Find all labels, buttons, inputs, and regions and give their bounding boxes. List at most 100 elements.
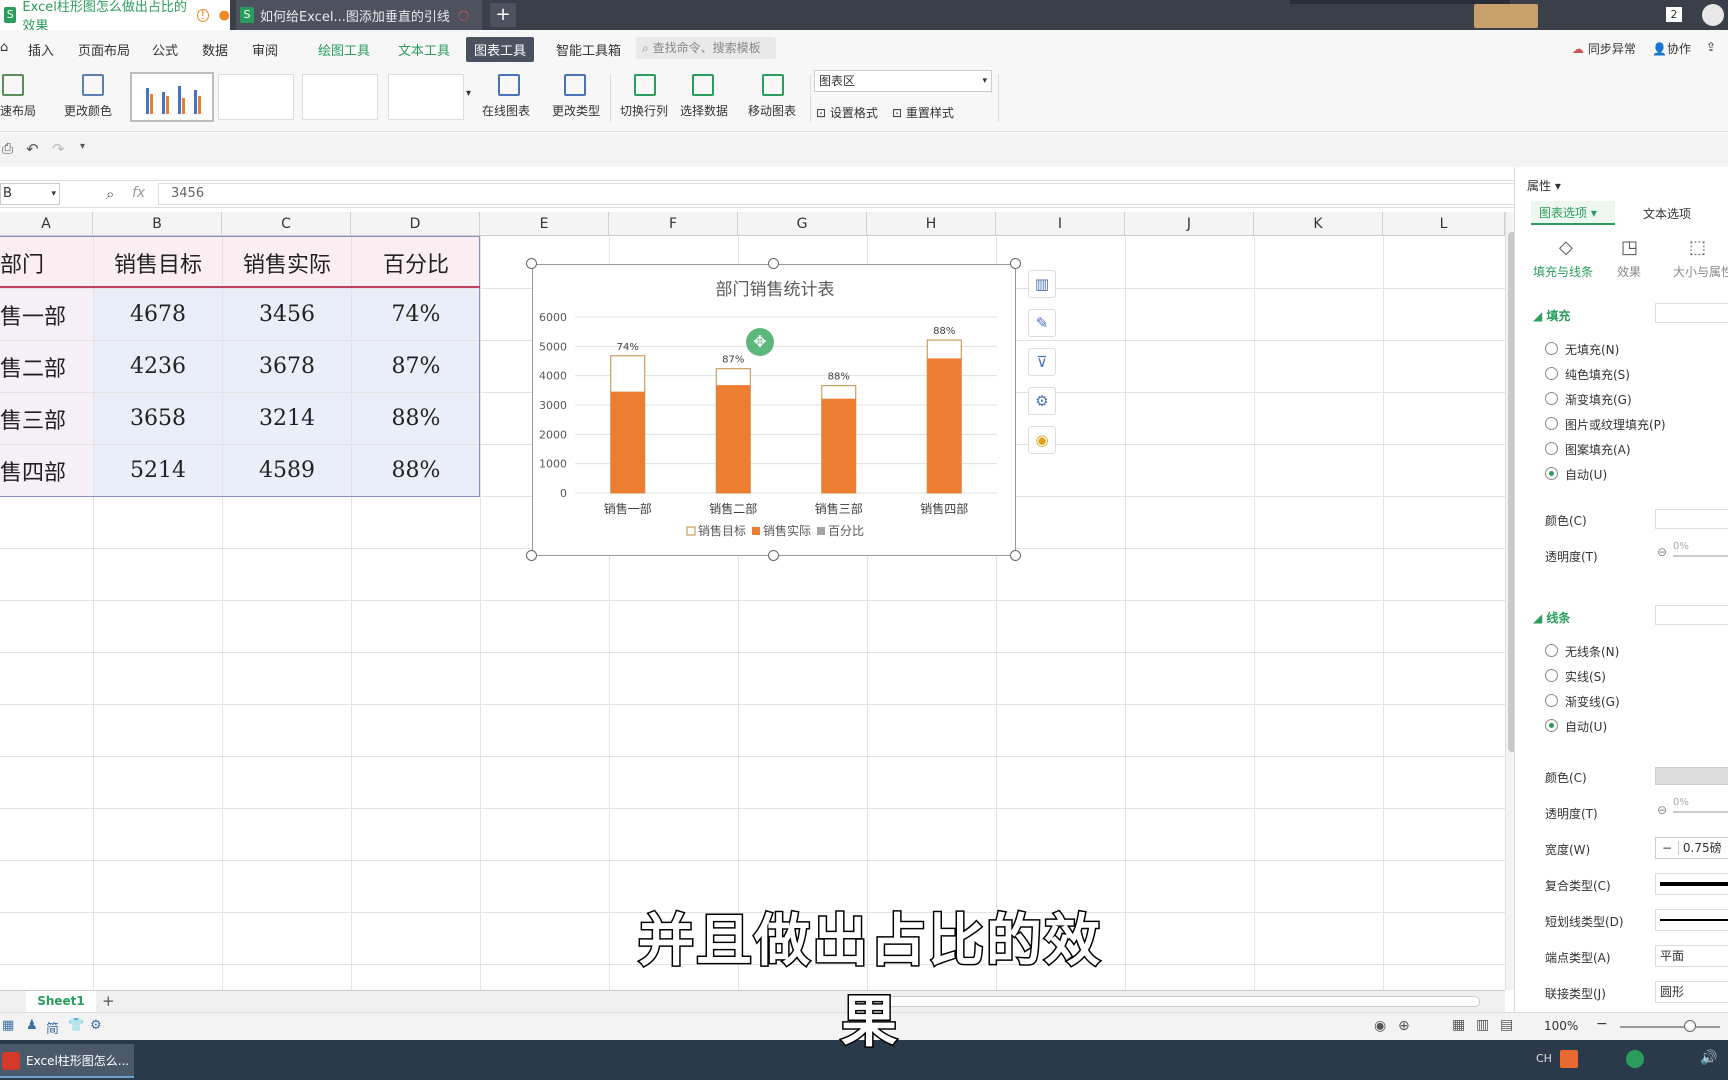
chart-style-2[interactable] [218,74,294,120]
chart-filter-icon[interactable]: ⊽ [1028,348,1056,376]
fill-color-picker[interactable] [1655,509,1728,529]
tray-app-icon[interactable] [1560,1050,1578,1068]
table-header-cell[interactable]: 部门 [0,237,93,288]
gallery-more-icon[interactable]: ▾ [466,88,471,99]
menu-text-tools[interactable]: 文本工具 [398,40,450,59]
table-header-cell[interactable]: 销售实际 [223,237,351,288]
resize-handle[interactable] [768,550,779,561]
tray-app-icon[interactable] [1626,1050,1644,1068]
sync-status[interactable]: ☁ 同步异常 [1572,40,1636,57]
search-input[interactable]: 查找命令、搜索模板 [653,41,761,55]
width-stepper[interactable]: − 0.75磅 [1655,837,1728,859]
col-header[interactable]: B [93,212,222,236]
chart-style-1[interactable] [130,72,214,122]
zoom-thumb[interactable] [1684,1020,1696,1032]
table-cell[interactable]: 5214 [94,445,222,496]
radio-pattern-fill[interactable] [1545,442,1558,455]
menu-drawing-tools[interactable]: 绘图工具 [318,40,370,59]
bulb-icon[interactable]: ◉ [1028,426,1056,454]
table-cell[interactable]: 87% [352,341,480,392]
zoom-slider[interactable] [1620,1026,1720,1028]
line-color-picker[interactable] [1655,767,1728,785]
eye-icon[interactable]: ◉ [1374,1018,1386,1034]
col-header[interactable]: J [1125,212,1254,236]
table-header-cell[interactable]: 销售目标 [94,237,222,288]
subtab-fill-line[interactable]: 填充与线条 [1533,263,1593,280]
radio-auto-fill[interactable] [1545,467,1558,480]
menu-start-icon[interactable]: ⌂ [0,40,8,55]
zoom-icon[interactable]: ⌕ [106,185,114,203]
tab-chart-options[interactable]: 图表选项 ▾ [1531,201,1615,225]
radio-picture-fill[interactable] [1545,417,1558,430]
table-cell[interactable]: 88% [352,393,480,444]
page-layout-icon[interactable]: ▥ [1476,1017,1489,1033]
transparency-slider[interactable] [1673,555,1728,557]
customize-icon[interactable]: ▾ [80,141,85,152]
radio-auto-line[interactable] [1545,719,1558,732]
formula-input[interactable]: 3456 [158,183,1518,205]
share-icon[interactable]: ⇪ [1706,40,1716,54]
subtab-effects[interactable]: 效果 [1617,263,1641,280]
change-color-button[interactable]: 更改颜色 [64,102,112,119]
cap-select[interactable]: 平面 [1655,945,1728,967]
keyboard-icon[interactable]: ▦ [2,1018,14,1033]
ime-indicator[interactable]: CH [1536,1052,1552,1065]
col-header[interactable]: L [1383,212,1505,236]
radio-solid-fill[interactable] [1545,367,1558,380]
resize-handle[interactable] [526,550,537,561]
radio-gradient-fill[interactable] [1545,392,1558,405]
minus-icon[interactable]: ⊖ [1657,545,1667,559]
chart-style-brush-icon[interactable]: ✎ [1028,309,1056,337]
menu-chart-tools[interactable]: 图表工具 [466,37,535,62]
table-cell[interactable]: 74% [352,289,480,340]
tab-inactive[interactable]: S 如何给Excel...图添加垂直的引线 ○ [236,0,482,30]
page-break-icon[interactable]: ▤ [1500,1017,1513,1033]
redo-icon[interactable]: ↷ [52,140,65,158]
new-tab-button[interactable]: + [490,3,516,27]
dash-select[interactable] [1655,909,1728,931]
collab-button[interactable]: 👤协作 [1652,40,1691,57]
fill-select[interactable] [1655,303,1728,323]
radio-no-fill[interactable] [1545,342,1558,355]
switch-rowcol-button[interactable]: 切换行列 [620,102,668,119]
search-box[interactable]: ⌕ 查找命令、搜索模板 [636,37,776,59]
add-sheet-button[interactable]: + [102,992,115,1010]
table-cell[interactable]: 售一部 [0,289,93,340]
zoom-level[interactable]: 100% [1544,1019,1578,1033]
center-icon[interactable]: ⊕ [1398,1018,1410,1034]
menu-data[interactable]: 数据 [202,40,228,59]
change-type-button[interactable]: 更改类型 [552,102,600,119]
menu-review[interactable]: 审阅 [252,40,278,59]
table-cell[interactable]: 售三部 [0,393,93,444]
radio-gradient-line[interactable] [1545,694,1558,707]
chart-element-select[interactable]: 图表区 ▾ [814,70,992,92]
print-icon[interactable]: ⎙ [2,141,13,157]
resize-handle[interactable] [768,258,779,269]
radio-no-line[interactable] [1545,644,1558,657]
table-cell[interactable]: 4236 [94,341,222,392]
col-header[interactable]: I [996,212,1125,236]
move-chart-button[interactable]: 移动图表 [748,102,796,119]
table-cell[interactable]: 售二部 [0,341,93,392]
table-cell[interactable]: 售四部 [0,445,93,496]
col-header[interactable]: E [480,212,609,236]
horizontal-scrollbar[interactable] [880,996,1480,1007]
table-cell[interactable]: 88% [352,445,480,496]
panel-title[interactable]: 属性 ▾ [1527,177,1561,194]
col-header[interactable]: D [351,212,480,236]
fill-section-header[interactable]: ◢ 填充 [1533,307,1570,324]
zoom-out-button[interactable]: − [1596,1016,1608,1032]
line-select[interactable] [1655,605,1728,625]
menu-page-layout[interactable]: 页面布局 [78,40,130,59]
resize-handle[interactable] [1010,258,1021,269]
table-cell[interactable]: 3214 [223,393,351,444]
chart-area[interactable]: 部门销售统计表 0 1000 2000 3000 4000 5000 6000 74% 销售一部 8… [532,264,1016,556]
col-header[interactable]: H [867,212,996,236]
join-select[interactable]: 圆形 [1655,981,1728,1003]
reset-style-button[interactable]: ⊡ 重置样式 [892,104,954,121]
close-icon[interactable]: ○ [458,8,469,23]
undo-icon[interactable]: ↶ [26,140,39,158]
table-cell[interactable]: 4589 [223,445,351,496]
col-header[interactable]: F [609,212,738,236]
taskbar-app[interactable]: Excel柱形图怎么... [0,1044,134,1078]
